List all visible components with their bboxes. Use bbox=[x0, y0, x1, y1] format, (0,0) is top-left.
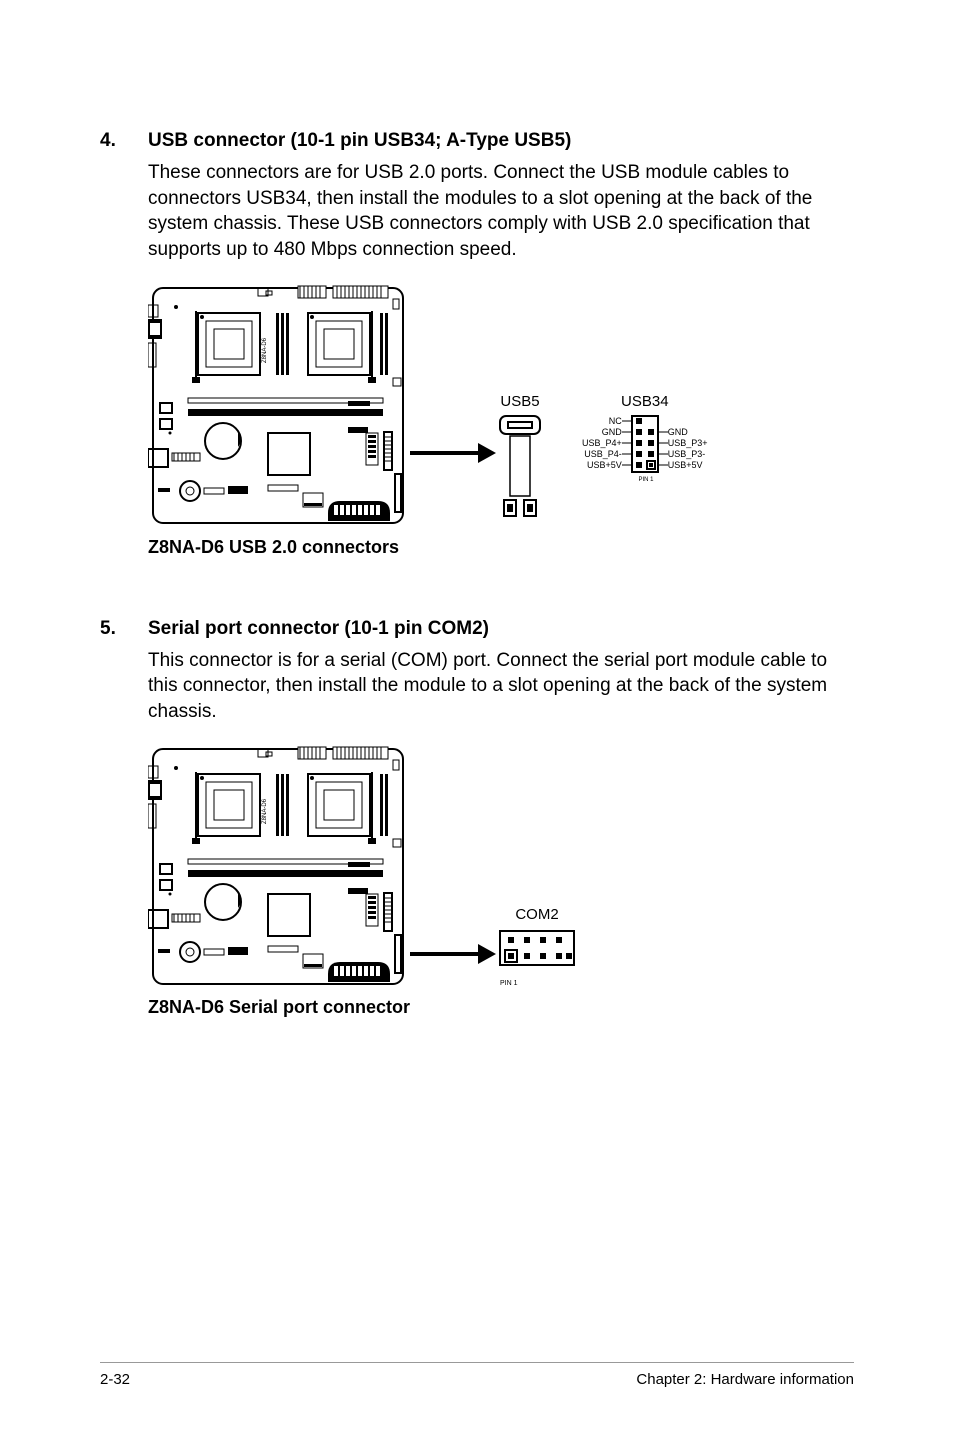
usb34-left-pins: NC GND USB_P4+ USB_P4- USB+5V bbox=[582, 416, 622, 471]
section-number: 4. bbox=[100, 130, 148, 263]
section-title: Serial port connector (10-1 pin COM2) bbox=[148, 618, 854, 640]
svg-text:PIN 1: PIN 1 bbox=[638, 477, 654, 483]
section-usb: 4. USB connector (10-1 pin USB34; A-Type… bbox=[100, 130, 854, 263]
figure-usb-connectors: USB5 USB34 bbox=[148, 283, 854, 558]
com2-header-icon bbox=[498, 929, 576, 975]
figure-serial-connector: COM2 PIN 1 Z8NA bbox=[148, 744, 854, 1018]
usb34-header-icon: PIN 1 bbox=[622, 414, 668, 484]
arrow-icon bbox=[408, 744, 498, 989]
com2-label: COM2 bbox=[498, 906, 576, 923]
section-text: These connectors are for USB 2.0 ports. … bbox=[148, 160, 854, 263]
pin1-label: PIN 1 bbox=[500, 980, 576, 987]
section-number: 5. bbox=[100, 618, 148, 725]
page-footer: 2-32 Chapter 2: Hardware information bbox=[100, 1362, 854, 1388]
section-serial: 5. Serial port connector (10-1 pin COM2)… bbox=[100, 618, 854, 725]
usb5-label: USB5 bbox=[498, 393, 542, 410]
page-number: 2-32 bbox=[100, 1371, 130, 1388]
usb34-right-pins: GND USB_P3+ USB_P3- USB+5V bbox=[668, 416, 708, 471]
section-text: This connector is for a serial (COM) por… bbox=[148, 648, 854, 725]
figure-caption: Z8NA-D6 USB 2.0 connectors bbox=[148, 537, 854, 558]
usb5-connector-icon bbox=[498, 414, 542, 524]
motherboard-diagram-icon bbox=[148, 283, 408, 528]
arrow-icon bbox=[408, 283, 498, 528]
motherboard-diagram-icon bbox=[148, 744, 408, 989]
figure-caption: Z8NA-D6 Serial port connector bbox=[148, 997, 854, 1018]
chapter-label: Chapter 2: Hardware information bbox=[636, 1371, 854, 1388]
section-title: USB connector (10-1 pin USB34; A-Type US… bbox=[148, 130, 854, 152]
usb34-label: USB34 bbox=[582, 393, 708, 410]
